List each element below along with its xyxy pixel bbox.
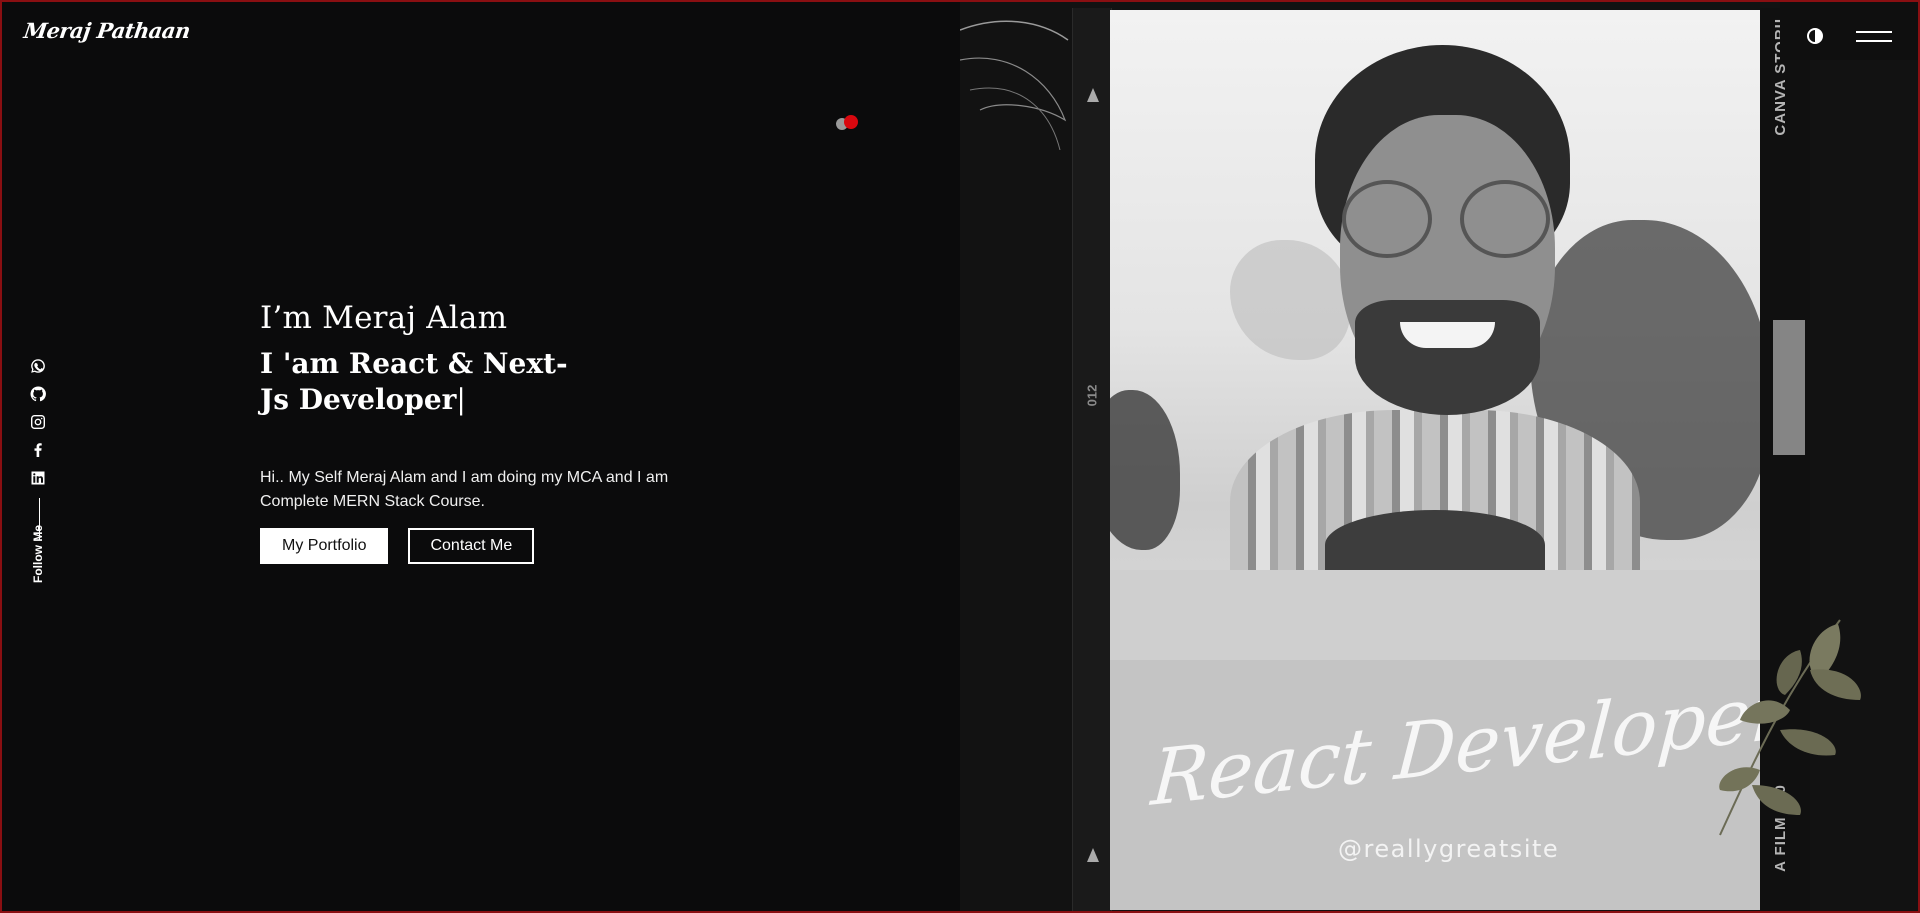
hero-left-panel: Meraj Pathaan Follow Me I’m Meraj Alam I…: [0, 0, 960, 913]
film-marker: [1087, 88, 1099, 102]
hero-role-text: I 'am React & Next-Js Developer: [260, 347, 568, 416]
hero-greeting: I’m Meraj Alam: [260, 300, 508, 336]
hamburger-menu-icon[interactable]: [1856, 28, 1892, 46]
film-number: 012: [1084, 384, 1100, 407]
contrast-icon[interactable]: [1805, 26, 1825, 46]
github-icon[interactable]: [30, 386, 48, 404]
scribble-decoration: [960, 20, 1069, 150]
ink-splash: [1230, 240, 1350, 360]
glasses-left-lens: [1342, 180, 1432, 258]
whatsapp-icon[interactable]: [30, 358, 48, 376]
glasses-right-lens: [1460, 180, 1550, 258]
site-logo[interactable]: Meraj Pathaan: [22, 18, 191, 43]
hero-photo-panel: 012 React Developer @reallygreatsite CAN…: [960, 0, 1920, 913]
film-marker: [1087, 848, 1099, 862]
instagram-icon[interactable]: [30, 414, 48, 432]
follow-me-label: Follow Me: [31, 525, 45, 583]
smile: [1400, 322, 1495, 348]
facebook-icon[interactable]: [30, 442, 48, 460]
color-dots-toggle[interactable]: [836, 115, 860, 131]
tape-strip: [1773, 320, 1805, 455]
my-portfolio-button[interactable]: My Portfolio: [260, 528, 389, 564]
contact-me-button[interactable]: Contact Me: [408, 528, 535, 564]
film-strip-left: 012: [1072, 8, 1112, 913]
hero-role: I 'am React & Next-Js Developer|: [260, 346, 590, 418]
menu-line: [1856, 31, 1892, 33]
menu-line: [1856, 40, 1892, 42]
social-links: [30, 358, 50, 540]
photo-handle: @reallygreatsite: [1338, 835, 1560, 863]
header-controls-bg: [1780, 0, 1920, 60]
linkedin-icon[interactable]: [30, 470, 48, 488]
red-dot: [844, 115, 858, 129]
hero-content: I’m Meraj Alam I 'am React & Next-Js Dev…: [260, 300, 700, 564]
beard: [1355, 300, 1540, 415]
hero-buttons: My Portfolio Contact Me: [260, 528, 700, 564]
hero-description: Hi.. My Self Meraj Alam and I am doing m…: [260, 469, 669, 510]
leaf-decoration: [1719, 619, 1861, 836]
typing-caret: |: [456, 383, 466, 416]
ink-splash: [1110, 390, 1180, 550]
